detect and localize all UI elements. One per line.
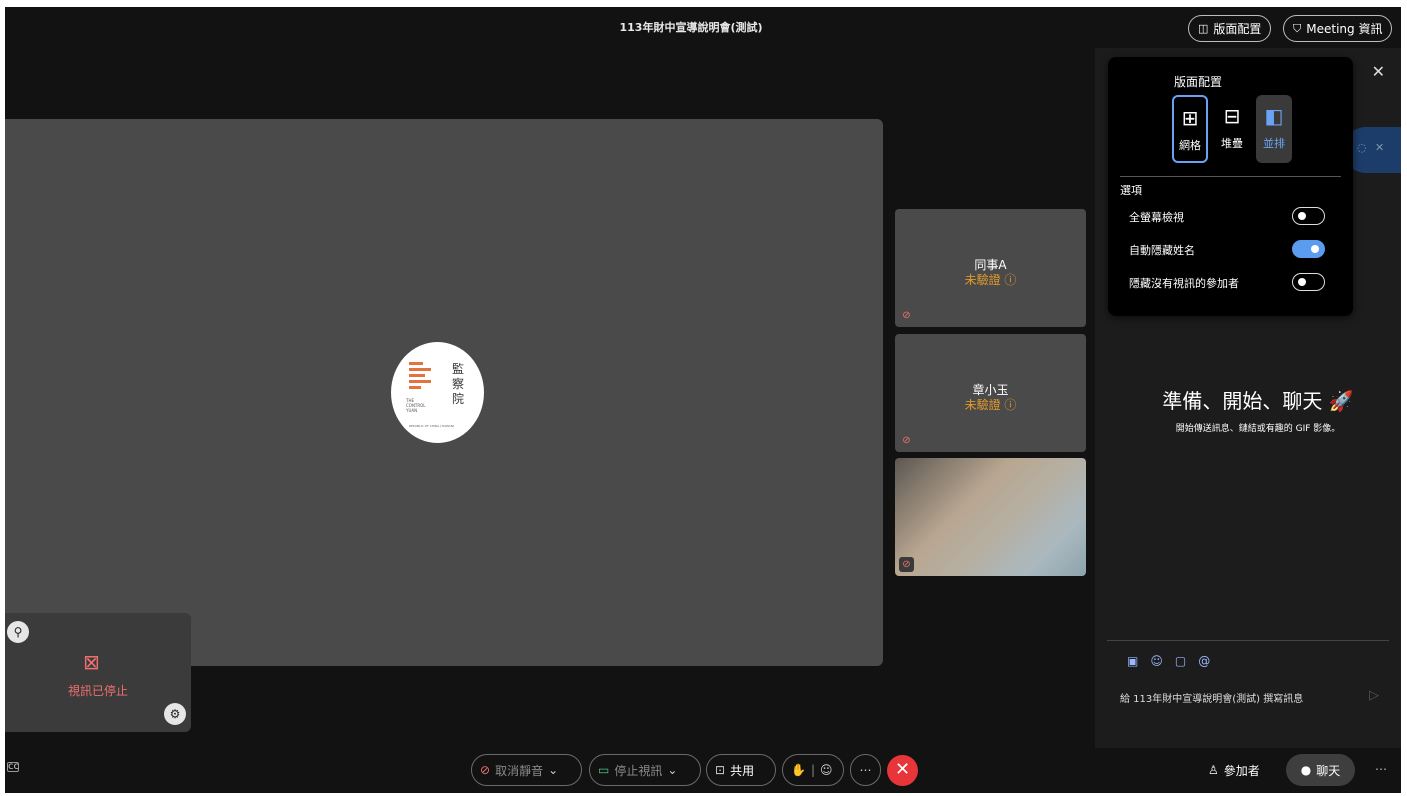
- toggle-hide-no-video[interactable]: [1292, 273, 1325, 291]
- chat-subtext: 開始傳送訊息、鏈結或有趣的 GIF 影像。: [1175, 424, 1341, 434]
- leave-meeting-button[interactable]: ✕: [887, 755, 918, 786]
- unmute-label: 取消靜音: [495, 763, 544, 778]
- meeting-info-button[interactable]: ⛉ Meeting 資訊: [1283, 15, 1393, 42]
- mic-muted-icon: ⊘: [480, 763, 491, 777]
- share-label: 共用: [730, 763, 755, 778]
- chat-bubble-icon: ●: [1300, 763, 1312, 777]
- emoji-reaction-icon[interactable]: ☺: [820, 763, 833, 777]
- popover-divider: [1120, 176, 1341, 177]
- participants-label: 參加者: [1223, 763, 1260, 778]
- info-icon: ◌: [1357, 141, 1367, 154]
- meeting-info-label: Meeting 資訊: [1306, 22, 1383, 36]
- chat-label: 聊天: [1316, 763, 1341, 778]
- chat-toolbar: ▣ ☺ ▢ @: [1127, 654, 1210, 668]
- stop-video-label: 停止視訊: [614, 763, 663, 778]
- participant-tile[interactable]: 同事A 未驗證 ⓘ ⊘: [895, 209, 1086, 327]
- more-icon: ⋯: [859, 763, 872, 777]
- participants-button[interactable]: ♙ 參加者: [1208, 754, 1260, 786]
- toggle-fullscreen[interactable]: [1292, 207, 1325, 225]
- pin-icon[interactable]: ⚲: [7, 621, 29, 643]
- dismiss-icon[interactable]: ✕: [1375, 141, 1384, 154]
- popover-title: 版面配置: [1174, 75, 1223, 89]
- camera-off-icon: ⊠: [83, 650, 100, 674]
- side-by-side-icon: ◧: [1264, 104, 1284, 128]
- markdown-icon[interactable]: ▣: [1127, 654, 1138, 668]
- layout-option-label: 堆疊: [1221, 137, 1243, 150]
- layout-option-grid[interactable]: ⊞ 網格: [1172, 95, 1208, 163]
- share-button[interactable]: ⊡ 共用: [706, 754, 776, 786]
- chat-heading: 準備、開始、聊天 🚀: [1162, 389, 1354, 413]
- grid-icon: ⊞: [1181, 106, 1199, 130]
- settings-gear-icon[interactable]: ⚙: [164, 703, 186, 725]
- video-stopped-label: 視訊已停止: [67, 684, 128, 698]
- captions-icon[interactable]: cc: [7, 762, 19, 772]
- close-icon: ✕: [894, 759, 911, 780]
- send-icon[interactable]: ▷: [1369, 688, 1379, 703]
- layout-button-label: 版面配置: [1213, 22, 1262, 36]
- share-icon: ⊡: [715, 763, 726, 777]
- participants-icon: ♙: [1208, 763, 1219, 777]
- meeting-window: 113年財中宣導說明會(測試) ◫ 版面配置 ⛉ Meeting 資訊 監 察 …: [5, 7, 1401, 793]
- chat-divider: [1107, 640, 1389, 641]
- control-yuan-logo: 監 察 院 THE CONTROL YUAN REPUBLIC OF CHINA…: [391, 342, 484, 443]
- meeting-title: 113年財中宣導說明會(測試): [619, 21, 763, 34]
- toggle-autohide-names[interactable]: [1292, 240, 1325, 258]
- participant-video-tile[interactable]: ⊘: [895, 458, 1086, 576]
- unmute-button[interactable]: ⊘ 取消靜音 ⌄: [471, 754, 582, 786]
- chat-button[interactable]: ● 聊天: [1286, 754, 1355, 786]
- close-panel-icon[interactable]: ✕: [1372, 62, 1385, 81]
- layout-option-stack[interactable]: ⊟ 堆疊: [1214, 95, 1250, 163]
- layout-option-side-by-side[interactable]: ◧ 並排: [1256, 95, 1292, 163]
- verification-status: 未驗證 ⓘ: [964, 273, 1017, 287]
- shield-icon: ⛉: [1293, 21, 1302, 35]
- logo-footer: REPUBLIC OF CHINA (TAIWAN): [409, 424, 455, 428]
- verification-status: 未驗證 ⓘ: [964, 398, 1017, 412]
- camera-icon: ▭: [598, 763, 610, 777]
- stop-video-button[interactable]: ▭ 停止視訊 ⌄: [589, 754, 701, 786]
- mic-muted-icon: ⊘: [902, 310, 911, 321]
- overflow-menu-icon[interactable]: ⋯: [1375, 762, 1387, 776]
- chevron-down-icon[interactable]: ⌄: [667, 763, 677, 777]
- more-options-button[interactable]: ⋯: [850, 754, 881, 786]
- stack-icon: ⊟: [1223, 104, 1241, 128]
- layout-option-label: 網格: [1179, 139, 1201, 152]
- chevron-down-icon[interactable]: ⌄: [548, 763, 558, 777]
- options-section-label: 選項: [1120, 184, 1142, 197]
- mic-muted-icon: ⊘: [902, 435, 911, 446]
- mic-muted-icon: ⊘: [899, 557, 914, 572]
- layout-option-label: 並排: [1263, 137, 1285, 150]
- layout-icon: ◫: [1198, 22, 1209, 35]
- layout-popover: 版面配置 ⊞ 網格 ⊟ 堆疊 ◧ 並排 選項 全螢幕檢視 自動隱藏姓名 隱藏沒有…: [1108, 57, 1353, 316]
- logo-english-text: THE CONTROL YUAN: [406, 398, 426, 413]
- emoji-icon[interactable]: ☺: [1150, 654, 1163, 668]
- reactions-button[interactable]: ✋ | ☺: [782, 754, 844, 786]
- layout-button[interactable]: ◫ 版面配置: [1188, 15, 1272, 42]
- participant-tile[interactable]: 章小玉 未驗證 ⓘ ⊘: [895, 334, 1086, 452]
- raise-hand-icon[interactable]: ✋: [791, 763, 806, 777]
- mention-icon[interactable]: @: [1198, 654, 1210, 668]
- file-icon[interactable]: ▢: [1175, 654, 1186, 668]
- logo-chinese-text: 監 察 院: [451, 362, 464, 406]
- chat-message-input[interactable]: 給 113年財中宣導說明會(測試) 撰寫訊息: [1120, 690, 1303, 705]
